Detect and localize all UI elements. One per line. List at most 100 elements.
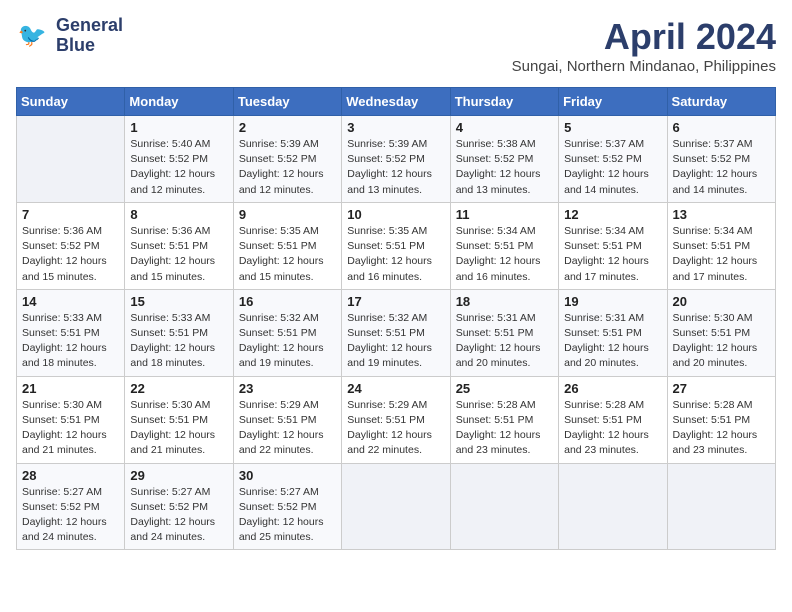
logo-icon: 🐦 [16, 18, 52, 54]
calendar-day-cell: 9Sunrise: 5:35 AM Sunset: 5:51 PM Daylig… [233, 202, 341, 289]
day-info: Sunrise: 5:32 AM Sunset: 5:51 PM Dayligh… [347, 311, 444, 372]
calendar-week-row: 14 Sunrise: 5:33 AM Sunset: 5:51 PM Dayli… [17, 289, 776, 376]
calendar-day-cell: 22Sunrise: 5:30 AM Sunset: 5:51 PM Dayli… [125, 376, 233, 463]
calendar-day-cell: 26 Sunrise: 5:28 AM Sunset: 5:51 PM Dayli… [559, 376, 667, 463]
calendar-table: SundayMondayTuesdayWednesdayThursdayFrid… [16, 87, 776, 550]
calendar-week-row: 21 Sunrise: 5:30 AM Sunset: 5:51 PM Dayli… [17, 376, 776, 463]
title-block: April 2024 Sungai, Northern Mindanao, Ph… [512, 16, 776, 75]
day-number: 18 [456, 294, 553, 309]
day-number: 29 [130, 468, 227, 483]
day-number: 30 [239, 468, 336, 483]
calendar-day-cell: 4 Sunrise: 5:38 AM Sunset: 5:52 PM Daylig… [450, 116, 558, 203]
day-number: 15 [130, 294, 227, 309]
weekday-header-row: SundayMondayTuesdayWednesdayThursdayFrid… [17, 88, 776, 116]
page-header: 🐦 General Blue April 2024 Sungai, Northe… [16, 16, 776, 75]
day-info: Sunrise: 5:31 AM Sunset: 5:51 PM Dayligh… [564, 311, 661, 372]
day-number: 26 [564, 381, 661, 396]
calendar-subtitle: Sungai, Northern Mindanao, Philippines [512, 58, 776, 75]
calendar-day-cell [667, 463, 775, 550]
day-info: Sunrise: 5:28 AM Sunset: 5:51 PM Dayligh… [564, 398, 661, 459]
day-info: Sunrise: 5:36 AM Sunset: 5:52 PM Dayligh… [22, 224, 119, 285]
day-number: 5 [564, 120, 661, 135]
day-info: Sunrise: 5:33 AM Sunset: 5:51 PM Dayligh… [22, 311, 119, 372]
calendar-day-cell: 18 Sunrise: 5:31 AM Sunset: 5:51 PM Dayli… [450, 289, 558, 376]
day-number: 21 [22, 381, 119, 396]
day-info: Sunrise: 5:34 AM Sunset: 5:51 PM Dayligh… [456, 224, 553, 285]
calendar-day-cell: 14 Sunrise: 5:33 AM Sunset: 5:51 PM Dayli… [17, 289, 125, 376]
calendar-day-cell [342, 463, 450, 550]
calendar-day-cell: 10 Sunrise: 5:35 AM Sunset: 5:51 PM Dayli… [342, 202, 450, 289]
day-info: Sunrise: 5:27 AM Sunset: 5:52 PM Dayligh… [130, 485, 227, 546]
day-info: Sunrise: 5:40 AM Sunset: 5:52 PM Dayligh… [130, 137, 227, 198]
calendar-day-cell: 16 Sunrise: 5:32 AM Sunset: 5:51 PM Dayli… [233, 289, 341, 376]
day-number: 24 [347, 381, 444, 396]
day-info: Sunrise: 5:30 AM Sunset: 5:51 PM Dayligh… [673, 311, 770, 372]
day-info: Sunrise: 5:39 AM Sunset: 5:52 PM Dayligh… [239, 137, 336, 198]
day-number: 27 [673, 381, 770, 396]
day-info: Sunrise: 5:34 AM Sunset: 5:51 PM Dayligh… [564, 224, 661, 285]
calendar-day-cell: 13 Sunrise: 5:34 AM Sunset: 5:51 PM Dayli… [667, 202, 775, 289]
calendar-day-cell: 30 Sunrise: 5:27 AM Sunset: 5:52 PM Dayli… [233, 463, 341, 550]
calendar-day-cell: 28 Sunrise: 5:27 AM Sunset: 5:52 PM Dayli… [17, 463, 125, 550]
day-number: 14 [22, 294, 119, 309]
day-number: 28 [22, 468, 119, 483]
calendar-week-row: 28 Sunrise: 5:27 AM Sunset: 5:52 PM Dayli… [17, 463, 776, 550]
day-info: Sunrise: 5:38 AM Sunset: 5:52 PM Dayligh… [456, 137, 553, 198]
calendar-day-cell: 11 Sunrise: 5:34 AM Sunset: 5:51 PM Dayli… [450, 202, 558, 289]
calendar-day-cell: 3 Sunrise: 5:39 AM Sunset: 5:52 PM Daylig… [342, 116, 450, 203]
day-info: Sunrise: 5:31 AM Sunset: 5:51 PM Dayligh… [456, 311, 553, 372]
day-info: Sunrise: 5:28 AM Sunset: 5:51 PM Dayligh… [456, 398, 553, 459]
day-number: 10 [347, 207, 444, 222]
calendar-day-cell: 19Sunrise: 5:31 AM Sunset: 5:51 PM Dayli… [559, 289, 667, 376]
calendar-day-cell: 7Sunrise: 5:36 AM Sunset: 5:52 PM Daylig… [17, 202, 125, 289]
day-number: 1 [130, 120, 227, 135]
calendar-body: 1 Sunrise: 5:40 AM Sunset: 5:52 PM Daylig… [17, 116, 776, 550]
day-number: 16 [239, 294, 336, 309]
day-number: 13 [673, 207, 770, 222]
calendar-day-cell: 27Sunrise: 5:28 AM Sunset: 5:51 PM Dayli… [667, 376, 775, 463]
calendar-day-cell: 21Sunrise: 5:30 AM Sunset: 5:51 PM Dayli… [17, 376, 125, 463]
logo-text: General Blue [56, 16, 123, 56]
day-number: 17 [347, 294, 444, 309]
svg-text:🐦: 🐦 [18, 22, 47, 48]
calendar-title: April 2024 [512, 16, 776, 58]
logo: 🐦 General Blue [16, 16, 123, 56]
day-number: 20 [673, 294, 770, 309]
day-info: Sunrise: 5:32 AM Sunset: 5:51 PM Dayligh… [239, 311, 336, 372]
calendar-week-row: 1 Sunrise: 5:40 AM Sunset: 5:52 PM Daylig… [17, 116, 776, 203]
calendar-day-cell [450, 463, 558, 550]
day-number: 25 [456, 381, 553, 396]
day-info: Sunrise: 5:27 AM Sunset: 5:52 PM Dayligh… [239, 485, 336, 546]
day-number: 11 [456, 207, 553, 222]
calendar-day-cell: 5 Sunrise: 5:37 AM Sunset: 5:52 PM Daylig… [559, 116, 667, 203]
day-info: Sunrise: 5:37 AM Sunset: 5:52 PM Dayligh… [673, 137, 770, 198]
weekday-header-cell: Wednesday [342, 88, 450, 116]
day-number: 9 [239, 207, 336, 222]
day-info: Sunrise: 5:37 AM Sunset: 5:52 PM Dayligh… [564, 137, 661, 198]
day-info: Sunrise: 5:30 AM Sunset: 5:51 PM Dayligh… [130, 398, 227, 459]
day-number: 2 [239, 120, 336, 135]
calendar-day-cell: 1 Sunrise: 5:40 AM Sunset: 5:52 PM Daylig… [125, 116, 233, 203]
weekday-header-cell: Saturday [667, 88, 775, 116]
calendar-day-cell: 25 Sunrise: 5:28 AM Sunset: 5:51 PM Dayli… [450, 376, 558, 463]
calendar-day-cell: 6 Sunrise: 5:37 AM Sunset: 5:52 PM Daylig… [667, 116, 775, 203]
day-info: Sunrise: 5:35 AM Sunset: 5:51 PM Dayligh… [347, 224, 444, 285]
day-info: Sunrise: 5:27 AM Sunset: 5:52 PM Dayligh… [22, 485, 119, 546]
calendar-day-cell [559, 463, 667, 550]
weekday-header-cell: Sunday [17, 88, 125, 116]
calendar-day-cell [17, 116, 125, 203]
calendar-day-cell: 17 Sunrise: 5:32 AM Sunset: 5:51 PM Dayli… [342, 289, 450, 376]
calendar-week-row: 7Sunrise: 5:36 AM Sunset: 5:52 PM Daylig… [17, 202, 776, 289]
day-number: 3 [347, 120, 444, 135]
calendar-day-cell: 20 Sunrise: 5:30 AM Sunset: 5:51 PM Dayli… [667, 289, 775, 376]
calendar-day-cell: 15 Sunrise: 5:33 AM Sunset: 5:51 PM Dayli… [125, 289, 233, 376]
weekday-header-cell: Monday [125, 88, 233, 116]
day-number: 6 [673, 120, 770, 135]
day-number: 8 [130, 207, 227, 222]
day-info: Sunrise: 5:39 AM Sunset: 5:52 PM Dayligh… [347, 137, 444, 198]
day-info: Sunrise: 5:34 AM Sunset: 5:51 PM Dayligh… [673, 224, 770, 285]
weekday-header-cell: Tuesday [233, 88, 341, 116]
calendar-day-cell: 2 Sunrise: 5:39 AM Sunset: 5:52 PM Daylig… [233, 116, 341, 203]
day-info: Sunrise: 5:33 AM Sunset: 5:51 PM Dayligh… [130, 311, 227, 372]
day-number: 4 [456, 120, 553, 135]
